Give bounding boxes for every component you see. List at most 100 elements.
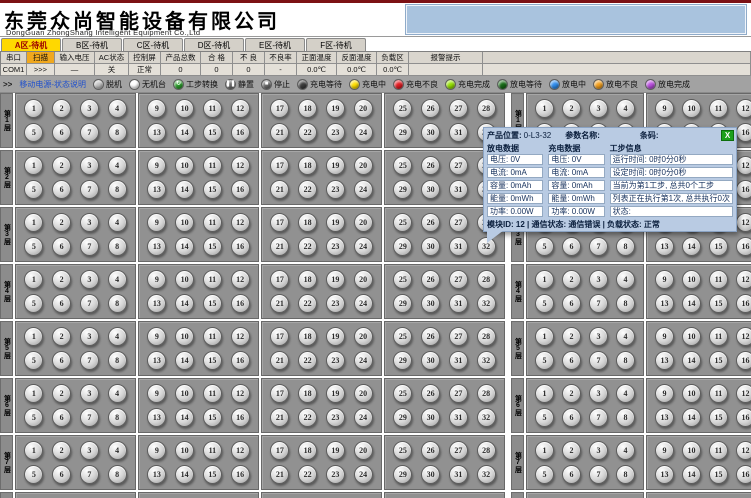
cell-circle[interactable]: 7 — [589, 408, 608, 427]
cell-circle[interactable]: 5 — [24, 123, 43, 142]
cell-circle[interactable]: 20 — [354, 384, 373, 403]
cell-circle[interactable]: 10 — [682, 99, 701, 118]
cell-circle[interactable]: 12 — [231, 99, 250, 118]
cell-circle[interactable]: 30 — [421, 294, 440, 313]
cell-circle[interactable]: 1 — [24, 327, 43, 346]
cell-circle[interactable]: 27 — [449, 156, 468, 175]
cell-circle[interactable]: 32 — [477, 408, 496, 427]
cell-circle[interactable]: 23 — [326, 123, 345, 142]
cell-circle[interactable]: 30 — [421, 408, 440, 427]
cell-circle[interactable]: 8 — [616, 294, 635, 313]
cell-circle[interactable]: 26 — [421, 270, 440, 289]
cell-circle[interactable]: 23 — [326, 408, 345, 427]
cell-circle[interactable]: 3 — [589, 270, 608, 289]
cell-circle[interactable]: 13 — [147, 294, 166, 313]
popup-close-button[interactable]: X — [721, 130, 734, 141]
cell-circle[interactable]: 13 — [147, 408, 166, 427]
cell-circle[interactable]: 4 — [108, 156, 127, 175]
cell-circle[interactable]: 12 — [736, 441, 751, 460]
cell-circle[interactable]: 22 — [298, 294, 317, 313]
cell-circle[interactable]: 9 — [655, 270, 674, 289]
cell-circle[interactable]: 7 — [80, 180, 99, 199]
cell-circle[interactable]: 21 — [270, 123, 289, 142]
cell-circle[interactable]: 22 — [298, 123, 317, 142]
cell-circle[interactable]: 10 — [175, 327, 194, 346]
cell-circle[interactable]: 10 — [682, 384, 701, 403]
cell-circle[interactable]: 14 — [682, 408, 701, 427]
cell-circle[interactable]: 8 — [108, 408, 127, 427]
cell-circle[interactable]: 20 — [354, 441, 373, 460]
cell-circle[interactable]: 16 — [736, 123, 751, 142]
cell-circle[interactable]: 9 — [655, 99, 674, 118]
cell-circle[interactable]: 6 — [562, 465, 581, 484]
cell-circle[interactable]: 17 — [270, 156, 289, 175]
cell-circle[interactable]: 1 — [535, 441, 554, 460]
cell-circle[interactable]: 21 — [270, 408, 289, 427]
cell-circle[interactable]: 10 — [682, 327, 701, 346]
cell-circle[interactable]: 15 — [709, 408, 728, 427]
cell-circle[interactable]: 2 — [562, 270, 581, 289]
cell-circle[interactable]: 11 — [203, 384, 222, 403]
cell-circle[interactable]: 27 — [449, 213, 468, 232]
cell-circle[interactable]: 7 — [80, 351, 99, 370]
cell-circle[interactable]: 8 — [108, 180, 127, 199]
cell-circle[interactable]: 9 — [655, 327, 674, 346]
cell-circle[interactable]: 1 — [535, 384, 554, 403]
cell-circle[interactable]: 6 — [562, 351, 581, 370]
cell-circle[interactable]: 25 — [393, 327, 412, 346]
cell-circle[interactable]: 23 — [326, 294, 345, 313]
cell-circle[interactable]: 10 — [682, 441, 701, 460]
cell-circle[interactable]: 23 — [326, 180, 345, 199]
cell-circle[interactable]: 19 — [326, 327, 345, 346]
cell-circle[interactable]: 6 — [562, 294, 581, 313]
cell-circle[interactable]: 22 — [298, 180, 317, 199]
cell-circle[interactable]: 29 — [393, 465, 412, 484]
cell-circle[interactable]: 2 — [52, 213, 71, 232]
cell-circle[interactable]: 8 — [108, 351, 127, 370]
cell-circle[interactable]: 11 — [709, 99, 728, 118]
cell-circle[interactable]: 16 — [736, 408, 751, 427]
cell-circle[interactable]: 1 — [24, 99, 43, 118]
cell-circle[interactable]: 12 — [736, 270, 751, 289]
cell-circle[interactable]: 27 — [449, 327, 468, 346]
cell-circle[interactable]: 3 — [80, 99, 99, 118]
cell-circle[interactable]: 16 — [231, 237, 250, 256]
cell-circle[interactable]: 7 — [80, 465, 99, 484]
cell-circle[interactable]: 8 — [616, 465, 635, 484]
cell-circle[interactable]: 15 — [203, 294, 222, 313]
cell-circle[interactable]: 11 — [203, 441, 222, 460]
cell-circle[interactable]: 5 — [24, 351, 43, 370]
cell-circle[interactable]: 28 — [477, 99, 496, 118]
cell-circle[interactable]: 7 — [80, 408, 99, 427]
cell-circle[interactable]: 7 — [80, 237, 99, 256]
cell-circle[interactable]: 2 — [562, 327, 581, 346]
cell-circle[interactable]: 17 — [270, 270, 289, 289]
cell-circle[interactable]: 17 — [270, 384, 289, 403]
cell-circle[interactable]: 16 — [231, 465, 250, 484]
cell-circle[interactable]: 2 — [562, 384, 581, 403]
cell-circle[interactable]: 19 — [326, 99, 345, 118]
cell-circle[interactable]: 8 — [108, 465, 127, 484]
cell-circle[interactable]: 20 — [354, 99, 373, 118]
cell-circle[interactable]: 26 — [421, 384, 440, 403]
cell-circle[interactable]: 19 — [326, 384, 345, 403]
cell-circle[interactable]: 32 — [477, 294, 496, 313]
cell-circle[interactable]: 32 — [477, 351, 496, 370]
cell-circle[interactable]: 24 — [354, 351, 373, 370]
cell-circle[interactable]: 20 — [354, 327, 373, 346]
cell-circle[interactable]: 5 — [535, 465, 554, 484]
cell-circle[interactable]: 7 — [80, 294, 99, 313]
cell-circle[interactable]: 2 — [52, 441, 71, 460]
cell-circle[interactable]: 4 — [616, 384, 635, 403]
cell-circle[interactable]: 5 — [24, 180, 43, 199]
cell-circle[interactable]: 14 — [175, 123, 194, 142]
cell-circle[interactable]: 15 — [709, 294, 728, 313]
cell-circle[interactable]: 29 — [393, 237, 412, 256]
tab-zone-5[interactable]: F区-待机 — [306, 38, 366, 51]
tab-zone-1[interactable]: B区-待机 — [62, 38, 122, 51]
cell-circle[interactable]: 12 — [736, 99, 751, 118]
cell-circle[interactable]: 11 — [709, 270, 728, 289]
cell-circle[interactable]: 21 — [270, 465, 289, 484]
cell-circle[interactable]: 5 — [535, 237, 554, 256]
cell-circle[interactable]: 22 — [298, 408, 317, 427]
